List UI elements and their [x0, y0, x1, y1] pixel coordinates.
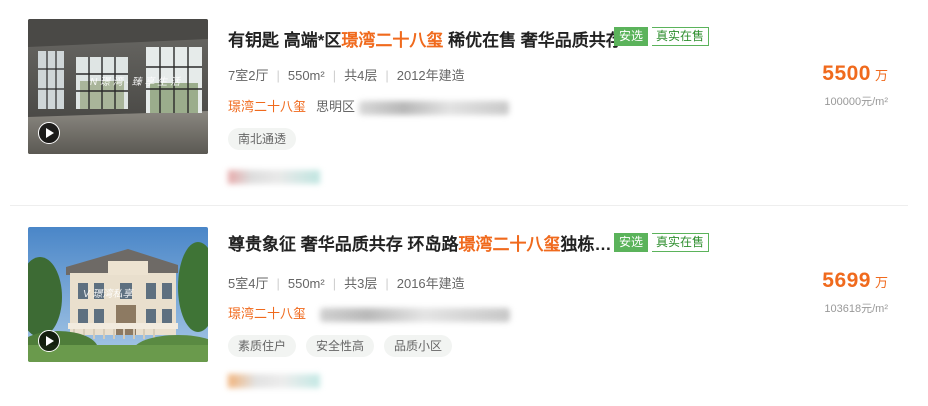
unit-price: 103618元/m² — [824, 303, 888, 315]
listing-thumbnail[interactable]: N 璟 湾 · 臻 享 生 活 — [28, 19, 208, 154]
area: 550m² — [287, 68, 325, 83]
separator: | — [276, 276, 280, 291]
listing-thumbnail[interactable]: V 璟湾私享 — [28, 227, 208, 362]
unit-price: 100000元/m² — [824, 96, 888, 108]
listing-address: 璟湾二十八玺 思明区 — [228, 96, 509, 115]
listing-card[interactable]: N 璟 湾 · 臻 享 生 活 有钥匙 高端*区璟湾二十八玺 稀优在售 奢华品质… — [0, 0, 928, 206]
redacted-agent-info — [228, 170, 320, 184]
feature-tags: 南北通透 — [228, 128, 306, 150]
thumbnail-watermark: V 璟湾私享 — [83, 289, 133, 300]
anxuan-badge: 安选 — [614, 27, 649, 46]
price-unit: 万 — [874, 68, 888, 83]
feature-tag: 安全性高 — [306, 335, 375, 357]
play-icon[interactable] — [38, 330, 60, 352]
total-price: 5500 万 — [822, 62, 888, 86]
feature-tag: 素质住户 — [228, 335, 297, 357]
floors: 共4层 — [344, 68, 378, 83]
listing-card[interactable]: V 璟湾私享 尊贵象征 奢华品质共存 环岛路璟湾二十八玺独栋… 安选 真实在售 … — [0, 206, 928, 406]
separator: | — [385, 276, 389, 291]
redacted-agent-info — [228, 374, 320, 388]
floors: 共3层 — [344, 276, 378, 291]
feature-tag: 品质小区 — [384, 335, 453, 357]
separator: | — [332, 68, 337, 83]
price-unit: 万 — [874, 275, 888, 290]
title-community-highlight: 璟湾二十八玺 — [458, 235, 561, 254]
listing-title[interactable]: 有钥匙 高端*区璟湾二十八玺 稀优在售 奢华品质共存 — [228, 26, 623, 51]
district[interactable]: 思明区 — [316, 99, 355, 114]
build-year: 2012年建造 — [396, 68, 465, 83]
price-value: 5699 — [822, 269, 871, 292]
build-year: 2016年建造 — [396, 276, 465, 291]
redacted-address — [358, 100, 509, 115]
separator: | — [332, 276, 337, 291]
title-text: 尊贵象征 奢华品质共存 环岛路 — [228, 235, 459, 254]
anxuan-badge: 安选 — [614, 233, 649, 252]
thumbnail-watermark: N 璟 湾 · 臻 享 生 活 — [90, 77, 180, 88]
title-community-highlight: 璟湾二十八玺 — [341, 31, 444, 50]
feature-tag: 南北通透 — [228, 128, 297, 150]
play-icon[interactable] — [38, 122, 60, 144]
community-link[interactable]: 璟湾二十八玺 — [228, 99, 306, 114]
total-price: 5699 万 — [822, 269, 888, 293]
redacted-address — [319, 307, 510, 322]
listing-meta: 5室4厅 | 550m² | 共3层 | 2016年建造 — [228, 273, 465, 292]
listing-address: 璟湾二十八玺 — [228, 303, 510, 322]
price-value: 5500 — [822, 62, 871, 85]
room-layout: 7室2厅 — [228, 68, 269, 83]
listing-title[interactable]: 尊贵象征 奢华品质共存 环岛路璟湾二十八玺独栋… — [228, 230, 611, 255]
feature-tags: 素质住户 安全性高 品质小区 — [228, 335, 462, 357]
verified-badge: 真实在售 — [652, 27, 710, 46]
listing-meta: 7室2厅 | 550m² | 共4层 | 2012年建造 — [228, 65, 465, 84]
verified-badge: 真实在售 — [652, 233, 710, 252]
title-text: 稀优在售 奢华品质共存 — [443, 31, 623, 50]
separator: | — [276, 68, 280, 83]
title-text: 有钥匙 高端*区 — [228, 31, 342, 50]
title-text: 独栋… — [560, 235, 612, 254]
area: 550m² — [287, 276, 325, 291]
room-layout: 5室4厅 — [228, 276, 269, 291]
separator: | — [385, 68, 389, 83]
community-link[interactable]: 璟湾二十八玺 — [228, 306, 306, 321]
